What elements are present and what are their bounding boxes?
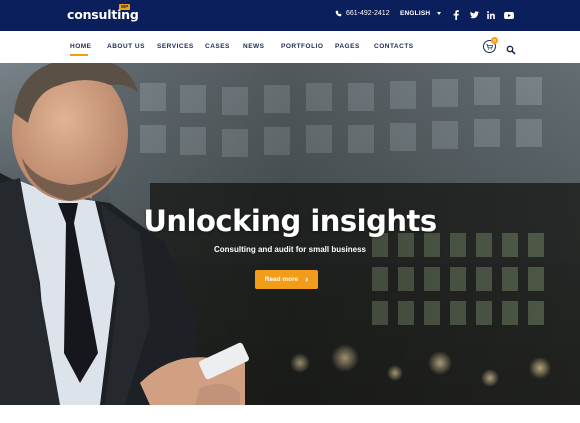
language-selector[interactable]: ENGLISH: [400, 10, 442, 17]
phone-icon: [335, 10, 342, 17]
cart-count-badge: 0: [491, 37, 498, 44]
nav-item-services[interactable]: SERVICES: [157, 43, 194, 50]
nav-item-home[interactable]: HOME: [70, 43, 92, 50]
hero-title: Unlocking insights: [143, 204, 437, 238]
phone-contact[interactable]: 661-492-2412: [335, 10, 390, 17]
youtube-icon: [504, 11, 514, 19]
chevron-down-icon: [437, 12, 442, 15]
hero-subtitle: Consulting and audit for small business: [213, 245, 366, 254]
search-button[interactable]: [506, 42, 516, 55]
top-bar: consulting WP 661-492-2412 ENGLISH: [0, 0, 580, 31]
read-more-label: Read more: [264, 276, 299, 283]
nav-item-cases[interactable]: CASES: [205, 43, 230, 50]
nav-item-pages[interactable]: PAGES: [335, 43, 360, 50]
nav-item-news[interactable]: NEWS: [243, 43, 265, 50]
nav-item-portfolio[interactable]: PORTFOLIO: [281, 43, 323, 50]
page-bottom-strip: [0, 405, 580, 423]
chevron-right-icon: ›: [305, 274, 309, 284]
language-label: ENGLISH: [400, 10, 431, 17]
nav-item-contacts[interactable]: CONTACTS: [374, 43, 414, 50]
youtube-link[interactable]: [502, 8, 516, 22]
brand-badge: WP: [119, 4, 131, 10]
active-nav-indicator: [70, 54, 88, 56]
twitter-link[interactable]: [467, 8, 481, 22]
read-more-button[interactable]: Read more ›: [255, 270, 318, 289]
hero-section: Unlocking insights Consulting and audit …: [0, 63, 580, 405]
nav-item-about-us[interactable]: ABOUT US: [107, 43, 145, 50]
search-icon: [506, 45, 516, 55]
facebook-icon: [453, 10, 459, 20]
cart-icon: [486, 43, 493, 50]
linkedin-icon: [487, 11, 495, 19]
twitter-icon: [469, 11, 479, 19]
linkedin-link[interactable]: [484, 8, 498, 22]
phone-number: 661-492-2412: [346, 10, 390, 17]
facebook-link[interactable]: [449, 8, 463, 22]
